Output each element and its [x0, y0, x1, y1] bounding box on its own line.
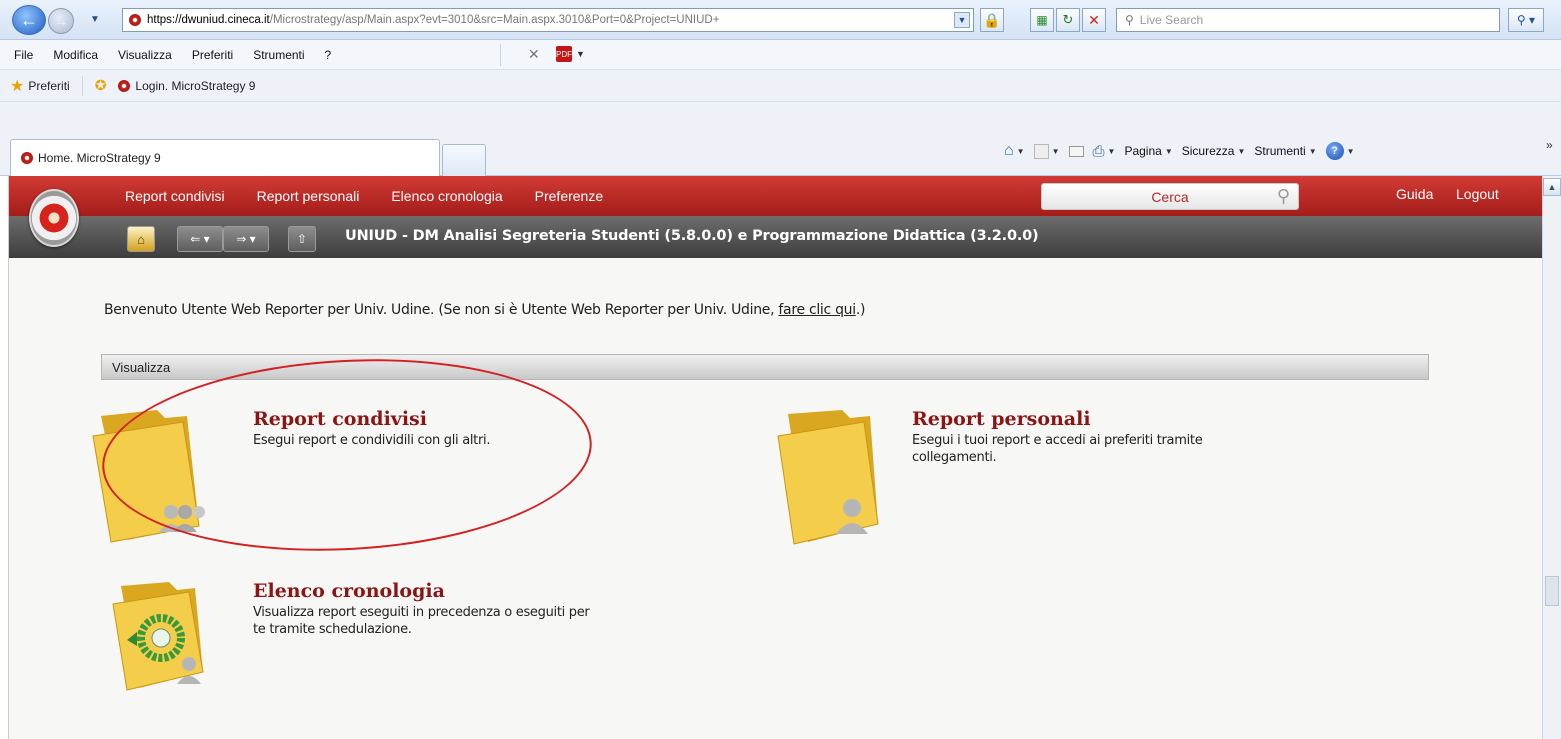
- history-list-title[interactable]: Elenco cronologia: [253, 580, 445, 602]
- site-favicon-icon: [129, 14, 141, 26]
- rss-icon: [1033, 143, 1049, 159]
- nav-elenco-cronologia[interactable]: Elenco cronologia: [391, 188, 502, 204]
- menu-separator: [500, 44, 501, 66]
- nav-report-condivisi[interactable]: Report condivisi: [125, 188, 225, 204]
- vertical-scrollbar[interactable]: ▲: [1542, 176, 1561, 739]
- forward-button[interactable]: →: [48, 8, 74, 34]
- site-favicon-icon: [118, 79, 131, 92]
- menu-modifica[interactable]: Modifica: [53, 48, 98, 62]
- favorites-separator: [81, 75, 83, 96]
- mail-icon: [1068, 145, 1084, 157]
- app-up-folder-button[interactable]: ⇧: [288, 226, 316, 252]
- personal-reports-description: Esegui i tuoi report e accedi ai preferi…: [912, 433, 1203, 465]
- tab-strip: Home. MicroStrategy 9 ⌂ ▼ ▼ ⎙ ▼ Pagina ▼ Si…: [0, 102, 1561, 176]
- menu-visualizza[interactable]: Visualizza: [118, 48, 172, 62]
- menu-preferiti[interactable]: Preferiti: [192, 48, 233, 62]
- help-icon: ?: [1325, 142, 1344, 160]
- home-icon: ⌂: [1004, 142, 1014, 159]
- scroll-up-icon[interactable]: ▲: [1543, 178, 1561, 196]
- menu-help[interactable]: ?: [325, 48, 332, 62]
- print-icon: ⎙: [1092, 142, 1105, 160]
- up-folder-icon: ⇧: [296, 232, 308, 246]
- forward-arrow-icon: ⇒ ▾: [236, 232, 256, 246]
- favorite-link[interactable]: Login. MicroStrategy 9: [118, 79, 255, 93]
- stop-icon[interactable]: ✕: [1082, 8, 1106, 32]
- app-forward-button[interactable]: ⇒ ▾: [223, 226, 269, 252]
- favorites-button[interactable]: Preferiti: [28, 79, 69, 93]
- search-icon: ⚲: [1125, 13, 1134, 27]
- close-toolbar-icon[interactable]: ✕: [528, 46, 540, 63]
- project-title: UNIUD - DM Analisi Segreteria Studenti (…: [345, 228, 1039, 244]
- nav-report-personali[interactable]: Report personali: [257, 188, 360, 204]
- logout-link[interactable]: Logout: [1456, 186, 1499, 202]
- personal-reports-title[interactable]: Report personali: [912, 408, 1091, 430]
- print-button[interactable]: ⎙ ▼: [1093, 143, 1116, 160]
- app-back-button[interactable]: ⇐ ▾: [177, 226, 223, 252]
- new-tab-button[interactable]: [442, 144, 486, 176]
- app-search-input[interactable]: Cerca ⚲: [1041, 183, 1299, 210]
- compatibility-icon[interactable]: ▦: [1030, 8, 1054, 32]
- tab-home-microstrategy[interactable]: Home. MicroStrategy 9: [10, 139, 440, 176]
- history-dropdown-icon[interactable]: ▼: [90, 14, 100, 25]
- home-button[interactable]: ⌂ ▼: [1004, 142, 1025, 160]
- sicurezza-menu[interactable]: Sicurezza ▼: [1182, 144, 1246, 158]
- overflow-chevron-icon[interactable]: »: [1546, 138, 1553, 152]
- app-home-button[interactable]: ⌂: [127, 226, 155, 252]
- favorites-star-icon: ★: [10, 77, 25, 95]
- pdf-icon[interactable]: PDF: [556, 46, 572, 62]
- lock-icon[interactable]: 🔒: [980, 8, 1004, 32]
- section-header: Visualizza: [101, 354, 1429, 380]
- forward-icon: →: [54, 13, 68, 29]
- back-button[interactable]: ←: [12, 5, 46, 35]
- command-bar: ⌂ ▼ ▼ ⎙ ▼ Pagina ▼ Sicurezza ▼ Strumenti ▼ ? ▼: [1004, 142, 1364, 160]
- pagina-menu[interactable]: Pagina ▼: [1124, 144, 1172, 158]
- add-favorite-icon[interactable]: ✪: [95, 77, 107, 94]
- back-arrow-icon: ⇐ ▾: [190, 232, 210, 246]
- history-list-folder-icon[interactable]: [109, 580, 213, 692]
- web-page: Report condivisi Report personali Elenco…: [8, 176, 1542, 739]
- search-icon[interactable]: ⚲: [1277, 186, 1290, 207]
- shared-reports-title[interactable]: Report condivisi: [253, 408, 427, 430]
- history-list-description: Visualizza report eseguiti in precedenza…: [253, 605, 590, 637]
- address-toolbar: ← → ▼ https://dwuniud.cineca.it/Microstr…: [0, 0, 1561, 40]
- search-go-button[interactable]: ⚲ ▾: [1508, 8, 1544, 32]
- back-icon: ←: [20, 10, 38, 30]
- tab-favicon-icon: [21, 152, 33, 164]
- url-dropdown-icon[interactable]: ▼: [954, 12, 970, 28]
- menu-bar: File Modifica Visualizza Preferiti Strum…: [0, 40, 1561, 70]
- personal-reports-folder-icon[interactable]: [774, 408, 884, 548]
- pdf-dropdown-icon[interactable]: ▼: [576, 49, 585, 59]
- switch-user-link[interactable]: fare clic qui: [778, 302, 856, 318]
- shared-reports-description: Esegui report e condividili con gli altr…: [253, 433, 491, 448]
- favorites-bar: ★ Preferiti ✪ Login. MicroStrategy 9: [0, 70, 1561, 102]
- shared-reports-folder-icon[interactable]: [87, 408, 207, 546]
- home-icon: ⌂: [137, 231, 145, 247]
- address-bar[interactable]: https://dwuniud.cineca.it/Microstrategy/…: [122, 8, 974, 32]
- help-button[interactable]: ? ▼: [1325, 142, 1355, 160]
- scroll-thumb[interactable]: [1545, 576, 1559, 606]
- refresh-icon[interactable]: ↻: [1056, 8, 1080, 32]
- menu-strumenti[interactable]: Strumenti: [253, 48, 304, 62]
- microstrategy-logo[interactable]: [29, 189, 79, 247]
- url-text: https://dwuniud.cineca.it/Microstrategy/…: [147, 14, 720, 26]
- feeds-button[interactable]: ▼: [1033, 143, 1060, 159]
- app-nav: Report condivisi Report personali Elenco…: [125, 176, 635, 216]
- menu-file[interactable]: File: [14, 48, 33, 62]
- live-search-input[interactable]: ⚲ Live Search: [1116, 8, 1500, 32]
- strumenti-menu[interactable]: Strumenti ▼: [1254, 144, 1316, 158]
- help-link[interactable]: Guida: [1396, 186, 1433, 202]
- nav-preferenze[interactable]: Preferenze: [535, 188, 603, 204]
- welcome-message: Benvenuto Utente Web Reporter per Univ. …: [104, 302, 866, 318]
- mail-button[interactable]: [1068, 145, 1084, 157]
